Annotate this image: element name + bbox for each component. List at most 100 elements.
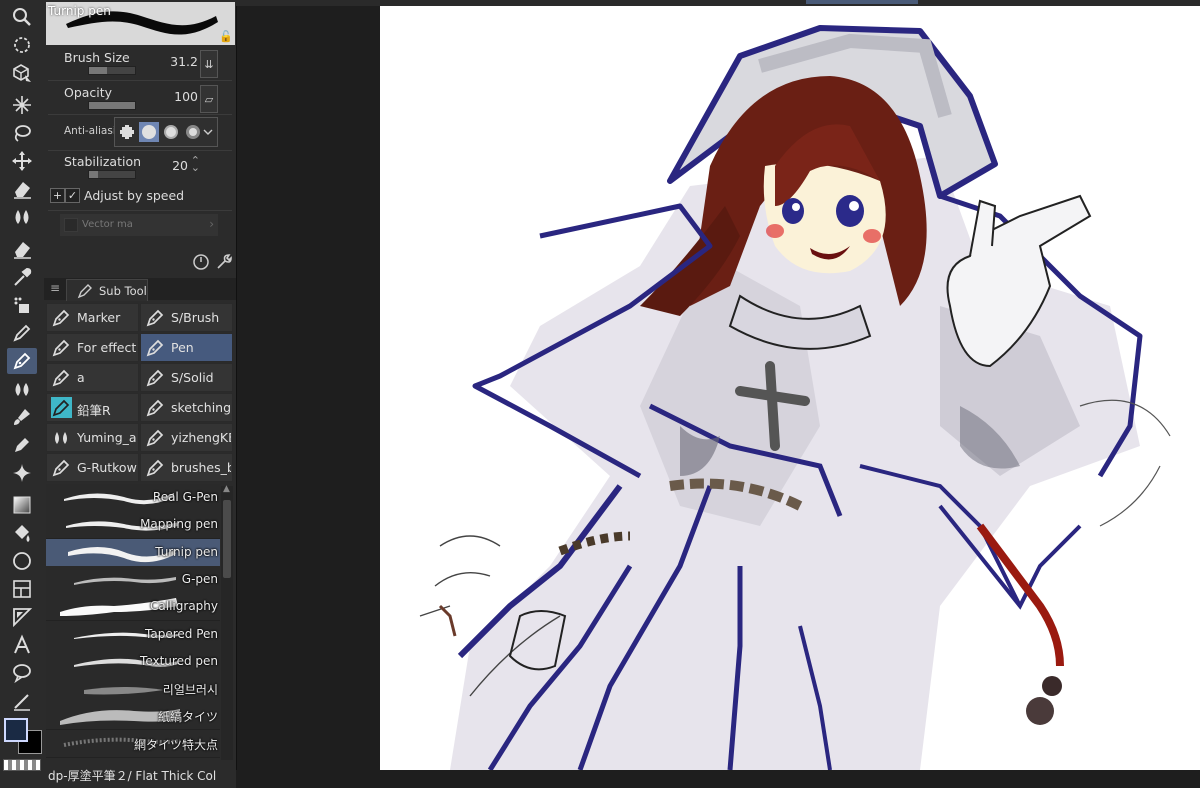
subtool-group-6[interactable]: 鉛筆R <box>46 393 139 422</box>
pencil-icon[interactable] <box>7 320 37 346</box>
brush-preview: Turnip pen 🔓 <box>46 2 235 45</box>
brush-item[interactable]: Real G-Pen <box>46 484 220 512</box>
canvas-bottom-bar <box>236 770 1200 788</box>
drops-icon[interactable] <box>7 376 37 402</box>
brush-item-name: Turnip pen <box>155 544 218 559</box>
aa-weak-icon[interactable] <box>139 122 159 142</box>
pen-icon <box>146 459 164 477</box>
pen-icon <box>146 339 164 357</box>
opacity-value[interactable]: 100 <box>174 89 198 104</box>
sparkle-icon[interactable] <box>7 460 37 486</box>
stabilization-value[interactable]: 20 <box>172 158 188 173</box>
brush-size-slider[interactable] <box>88 66 136 75</box>
brush-item[interactable]: 紙縞タイツ <box>46 702 220 731</box>
adjust-by-speed-checkbox[interactable]: ✓ <box>65 188 80 203</box>
aa-strong-icon[interactable] <box>183 122 203 142</box>
aa-none-icon[interactable] <box>117 122 137 142</box>
tab-subtool[interactable]: Sub Tool <box>66 279 148 301</box>
lasso-icon[interactable] <box>7 120 37 146</box>
scroll-up-icon[interactable]: ▲ <box>223 484 230 494</box>
subtool-group-9[interactable]: yizhengKE <box>140 423 233 452</box>
menu-icon[interactable]: ≡ <box>50 281 60 295</box>
subtool-group-label: 鉛筆R <box>77 403 111 418</box>
brush-item[interactable]: Textured pen <box>46 647 220 676</box>
brush-icon[interactable] <box>7 404 37 430</box>
bottom-brush-name[interactable]: dp-厚塗平筆２/ Flat Thick Col <box>48 767 216 784</box>
eyedropper-icon[interactable] <box>7 264 37 290</box>
brush-size-row: Brush Size 31.2 ⌃⌄ ⇊ <box>44 50 236 82</box>
vector-magnet-label: Vector ma <box>82 219 133 230</box>
scroll-thumb[interactable] <box>223 500 231 578</box>
stabilization-slider[interactable] <box>88 170 136 179</box>
fill-icon[interactable] <box>7 520 37 546</box>
blend-icon[interactable] <box>7 204 37 230</box>
subtool-group-11[interactable]: brushes_by <box>140 453 233 482</box>
brush-item[interactable]: 리얼브러시 <box>46 675 220 704</box>
expand-icon[interactable]: + <box>50 188 65 203</box>
chevron-down-icon[interactable] <box>201 122 215 142</box>
pen-icon[interactable] <box>7 348 37 374</box>
subtool-group-1[interactable]: S/Brush <box>140 303 233 332</box>
stabilization-row: Stabilization 20 ⌃ ⌄ <box>44 154 236 186</box>
divider <box>48 114 232 115</box>
subtool-group-label: sketching <box>171 400 231 415</box>
timer-icon[interactable] <box>192 252 210 273</box>
brush-item[interactable]: Calligraphy <box>46 593 220 622</box>
property-footer <box>44 250 236 274</box>
pen-icon <box>52 369 70 387</box>
decoration-icon[interactable] <box>7 432 37 458</box>
drawing-canvas[interactable] <box>380 6 1200 770</box>
stabilization-label: Stabilization <box>64 154 142 169</box>
brush-item[interactable]: Turnip pen <box>46 538 220 567</box>
brush-list-scrollbar[interactable]: ▲ <box>221 484 233 760</box>
fill-bucket-icon[interactable] <box>7 292 37 318</box>
ruler-icon[interactable] <box>7 604 37 630</box>
zoom-icon[interactable] <box>7 4 37 30</box>
brush-item[interactable]: G-pen <box>46 565 220 594</box>
pressure-icon[interactable]: ▱ <box>200 85 218 113</box>
subtool-group-4[interactable]: a <box>46 363 139 392</box>
pen-icon <box>146 429 164 447</box>
subtool-group-10[interactable]: G-Rutkows <box>46 453 139 482</box>
select-lasso-icon[interactable] <box>7 32 37 58</box>
move-icon[interactable] <box>7 148 37 174</box>
opacity-slider[interactable] <box>88 101 136 110</box>
balloon-icon[interactable] <box>7 660 37 686</box>
line-correction-icon[interactable] <box>7 688 37 714</box>
frame-icon[interactable] <box>7 576 37 602</box>
anti-aliasing-selector[interactable] <box>114 117 218 147</box>
brush-item[interactable]: 網タイツ特大点 <box>46 729 220 758</box>
subtool-group-2[interactable]: For effect li <box>46 333 139 362</box>
vector-magnet-checkbox[interactable] <box>64 218 78 232</box>
brush-size-value[interactable]: 31.2 <box>170 54 198 69</box>
aa-medium-icon[interactable] <box>161 122 181 142</box>
text-icon[interactable] <box>7 632 37 658</box>
subtool-group-5[interactable]: S/Solid <box>140 363 233 392</box>
lock-icon[interactable]: 🔓 <box>219 30 233 43</box>
double-chevron-icon[interactable]: ⇊ <box>200 50 218 78</box>
figure-icon[interactable] <box>7 548 37 574</box>
subtool-group-label: Pen <box>171 340 194 355</box>
spin-arrows-icon[interactable]: ⌃⌄ <box>191 155 200 173</box>
main-color-swatch[interactable] <box>4 718 28 742</box>
subtool-group-0[interactable]: Marker <box>46 303 139 332</box>
subtool-group-label: For effect li <box>77 340 137 355</box>
artwork-illustration <box>419 25 1171 770</box>
magic-wand-icon[interactable] <box>7 92 37 118</box>
drops-icon <box>55 432 67 444</box>
wrench-icon[interactable] <box>214 252 232 273</box>
subtool-group-7[interactable]: sketching <box>140 393 233 422</box>
transparent-color-swatch[interactable] <box>3 759 41 771</box>
chevron-right-icon[interactable]: › <box>209 217 214 231</box>
subtool-group-3[interactable]: Pen <box>140 333 233 362</box>
brush-item[interactable]: Mapping pen <box>46 511 220 540</box>
subtool-group-label: brushes_by <box>171 460 231 475</box>
eraser-icon[interactable] <box>7 176 37 202</box>
eraser-2-icon[interactable] <box>7 236 37 262</box>
subtool-group-8[interactable]: Yuming_ab <box>46 423 139 452</box>
brush-item-name: Calligraphy <box>150 599 218 614</box>
3d-object-icon[interactable] <box>7 60 37 86</box>
tab-canvas[interactable] <box>806 0 918 4</box>
gradient-icon[interactable] <box>7 492 37 518</box>
brush-item[interactable]: Tapered Pen <box>46 620 220 649</box>
